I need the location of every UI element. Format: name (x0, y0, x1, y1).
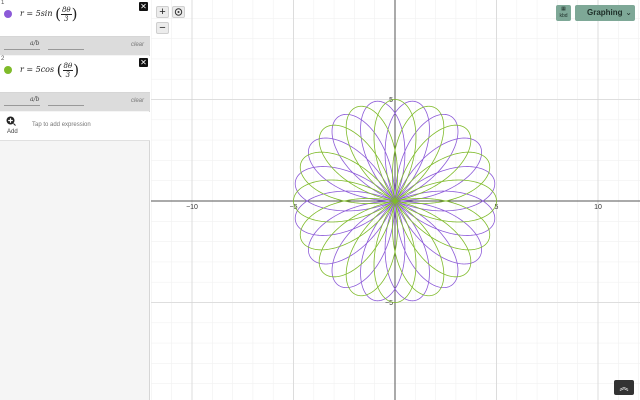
add-expression-hint[interactable]: Tap to add expression (32, 122, 91, 128)
delete-expression-icon[interactable]: ✕ (139, 2, 148, 11)
chevron-down-icon: ⌄ (625, 8, 632, 17)
formula-function: sin (40, 9, 53, 18)
zoom-out-button[interactable]: − (156, 22, 169, 34)
fraction-numerator: 8θ (60, 5, 72, 15)
add-circle-icon[interactable] (6, 116, 16, 126)
formula-prefix: r = 5 (20, 9, 41, 18)
expression-index: 2 (1, 56, 5, 62)
expression-formula[interactable]: r = 5sin (8θ 3) (20, 5, 77, 23)
expression-formula[interactable]: r = 5cos (8θ 3) (20, 61, 79, 79)
expression-row-2[interactable]: 2 r = 5cos (8θ 3) ✕ (0, 56, 150, 93)
keypad-toggle-button[interactable]: ▦ kbd (556, 5, 571, 21)
delete-expression-icon[interactable]: ✕ (139, 58, 148, 67)
clear-button[interactable]: clear (131, 98, 144, 104)
slider-label: a/b (30, 40, 40, 47)
slider-max-field[interactable] (48, 49, 84, 50)
home-view-icon (174, 8, 183, 16)
add-label: Add (7, 129, 18, 135)
x-tick-label: 10 (594, 204, 602, 211)
slider-row-1[interactable]: a/b clear (0, 37, 150, 55)
mode-label: Graphing (587, 8, 623, 17)
formula-fraction: 8θ 3 (60, 5, 72, 23)
collapse-keypad-button[interactable]: ︽ (614, 380, 634, 395)
fraction-denominator: 3 (64, 14, 69, 23)
fraction-numerator: 8θ (62, 61, 74, 71)
graph-canvas[interactable]: −10 −5 5 105−5 (151, 0, 640, 400)
fraction-denominator: 3 (65, 70, 71, 79)
double-chevron-up-icon: ︽ (619, 382, 629, 392)
slider-label: a/b (30, 96, 40, 103)
expression-list: 1 r = 5sin (8θ 3) ✕ a/b clear 2 r = 5cos … (0, 0, 150, 400)
x-tick-label: −10 (186, 204, 198, 211)
expression-row-1[interactable]: 1 r = 5sin (8θ 3) ✕ (0, 0, 150, 37)
slider-max-field[interactable] (48, 105, 84, 106)
color-dot-green[interactable] (4, 66, 12, 74)
formula-prefix: r = 5 (20, 65, 41, 74)
home-view-button[interactable] (172, 6, 185, 18)
slider-row-2[interactable]: a/b clear (0, 93, 150, 111)
graphing-mode-dropdown[interactable]: Graphing ⌄ (575, 5, 635, 21)
slider-min-field[interactable] (4, 49, 40, 50)
close-paren: ) (73, 61, 80, 79)
add-expression-row[interactable]: Add Tap to add expression (0, 112, 150, 141)
expression-index: 1 (1, 0, 5, 6)
formula-function: cos (40, 65, 55, 74)
keypad-icon: ▦ (561, 6, 566, 12)
formula-fraction: 8θ 3 (62, 61, 74, 79)
close-paren: ) (71, 5, 78, 23)
clear-button[interactable]: clear (131, 42, 144, 48)
slider-min-field[interactable] (4, 105, 40, 106)
color-dot-purple[interactable] (4, 10, 12, 18)
zoom-in-button[interactable]: + (156, 6, 169, 18)
keypad-label: kbd (559, 13, 568, 19)
